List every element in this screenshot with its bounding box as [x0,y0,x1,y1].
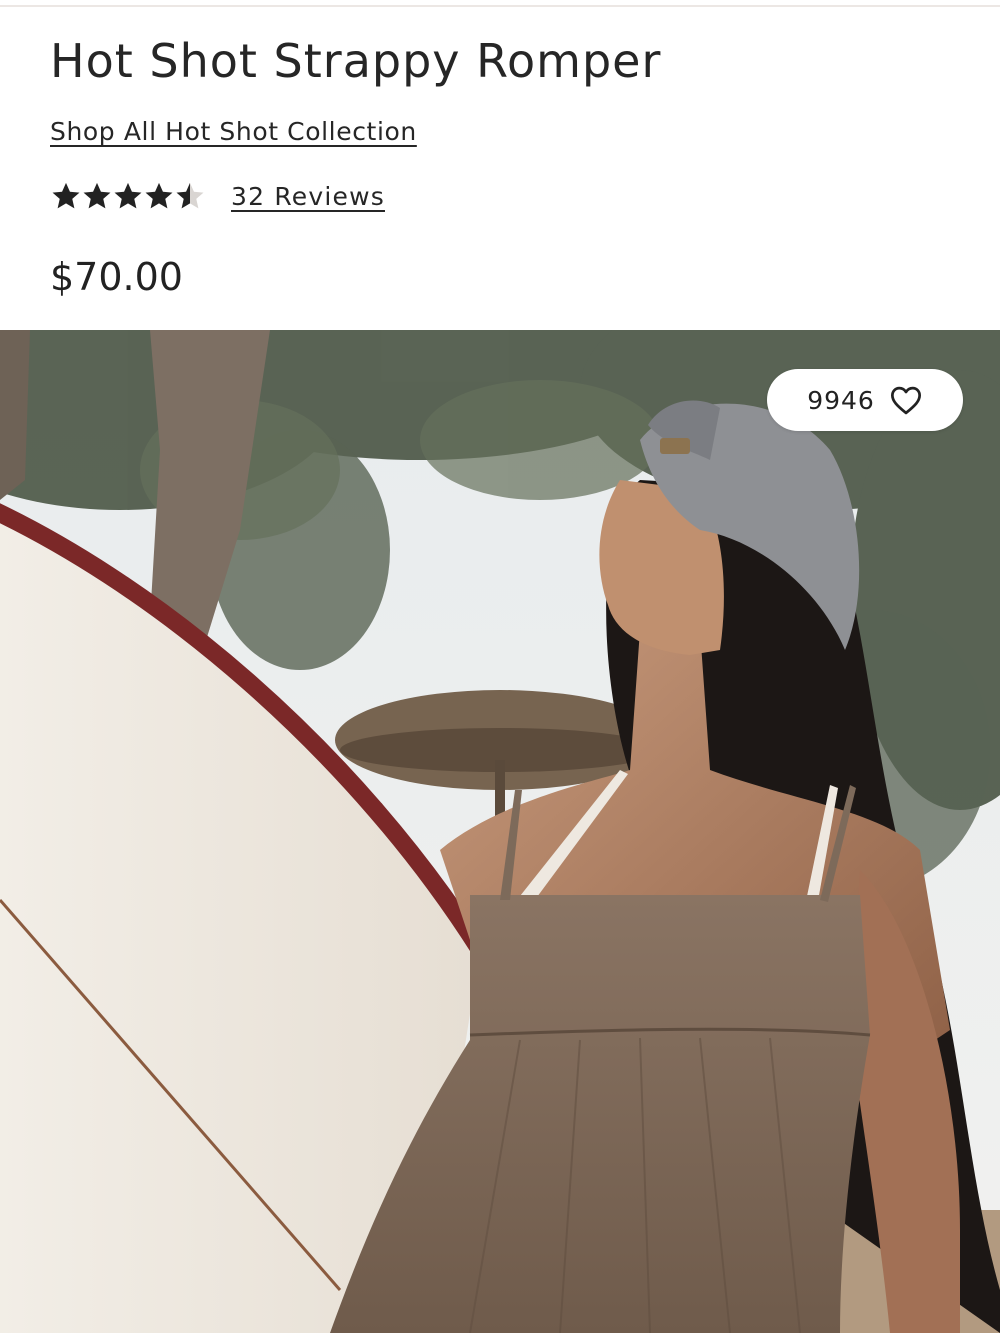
rating-row: 32 Reviews [50,180,385,212]
shop-collection-link[interactable]: Shop All Hot Shot Collection [50,117,417,146]
star-rating[interactable] [50,180,205,212]
like-count: 9946 [807,385,875,415]
favorite-button[interactable]: 9946 [767,369,963,431]
reviews-link[interactable]: 32 Reviews [231,182,385,211]
product-image[interactable] [0,330,1000,1333]
top-divider [0,5,1000,7]
product-page: Hot Shot Strappy Romper Shop All Hot Sho… [0,0,1000,1333]
star-icon [83,182,111,209]
star-icon [52,182,80,209]
product-title: Hot Shot Strappy Romper [50,34,662,88]
star-icon [145,182,173,209]
heart-outline-icon [890,386,921,415]
product-price: $70.00 [50,255,183,299]
half-star-icon [176,182,204,209]
star-icon [114,182,142,209]
